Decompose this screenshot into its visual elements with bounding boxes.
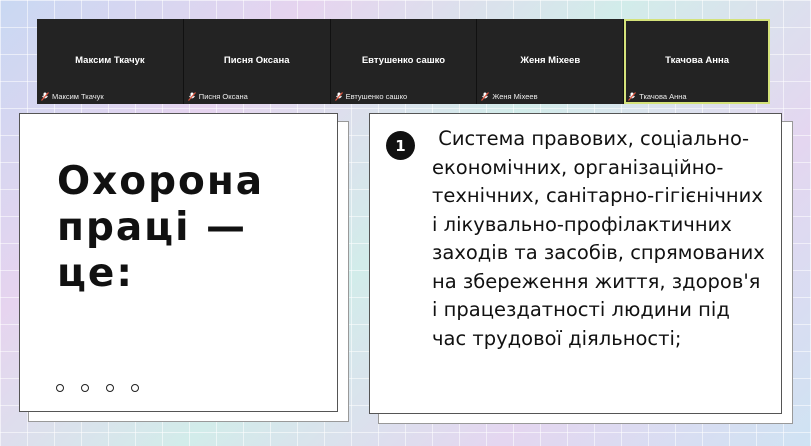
video-participants-strip: Максим Ткачук Максим Ткачук Писня Оксана… (37, 19, 770, 104)
participant-tile[interactable]: Евтушенко сашко Евтушенко сашко (330, 19, 478, 104)
number-badge: 1 (386, 131, 415, 160)
participant-tile-active-speaker[interactable]: Ткачова Анна Ткачова Анна (624, 19, 770, 104)
participant-name: Максим Ткачук (75, 55, 145, 66)
participant-name: Писня Оксана (223, 55, 290, 66)
participant-label: Максим Ткачук (41, 92, 104, 101)
dot-icon (106, 384, 114, 392)
participant-tile[interactable]: Максим Ткачук Максим Ткачук (37, 19, 184, 104)
dot-icon (131, 384, 139, 392)
muted-microphone-icon (187, 92, 196, 101)
title-card: Охорона праці — це: (19, 113, 338, 412)
participant-label-text: Максим Ткачук (52, 92, 104, 101)
participant-label-text: Евтушенко сашко (345, 92, 408, 101)
participant-name: Ткачова Анна (665, 55, 729, 66)
participant-tile[interactable]: Женя Міхеев Женя Міхеев (477, 19, 625, 104)
dot-icon (81, 384, 89, 392)
participant-name: Евтушенко сашко (361, 55, 446, 66)
participant-label: Женя Міхеев (481, 92, 538, 101)
muted-microphone-icon (334, 92, 343, 101)
participant-tile[interactable]: Писня Оксана Писня Оксана (183, 19, 331, 104)
dot-icon (56, 384, 64, 392)
participant-label: Писня Оксана (187, 92, 248, 101)
definition-text: Система правових, соціально-економічних,… (432, 127, 772, 350)
participant-label-text: Женя Міхеев (492, 92, 538, 101)
participant-label-text: Ткачова Анна (639, 92, 687, 101)
participant-label-text: Писня Оксана (198, 92, 248, 101)
participant-label: Евтушенко сашко (334, 92, 408, 101)
participant-label: Ткачова Анна (628, 92, 687, 101)
muted-microphone-icon (628, 92, 637, 101)
participant-name: Женя Міхеев (520, 55, 581, 66)
slide-title: Охорона праці — це: (57, 159, 265, 297)
muted-microphone-icon (41, 92, 49, 101)
muted-microphone-icon (481, 92, 490, 101)
definition-card: 1 Система правових, соціально-економічни… (369, 113, 782, 414)
decorative-dots (56, 384, 139, 392)
